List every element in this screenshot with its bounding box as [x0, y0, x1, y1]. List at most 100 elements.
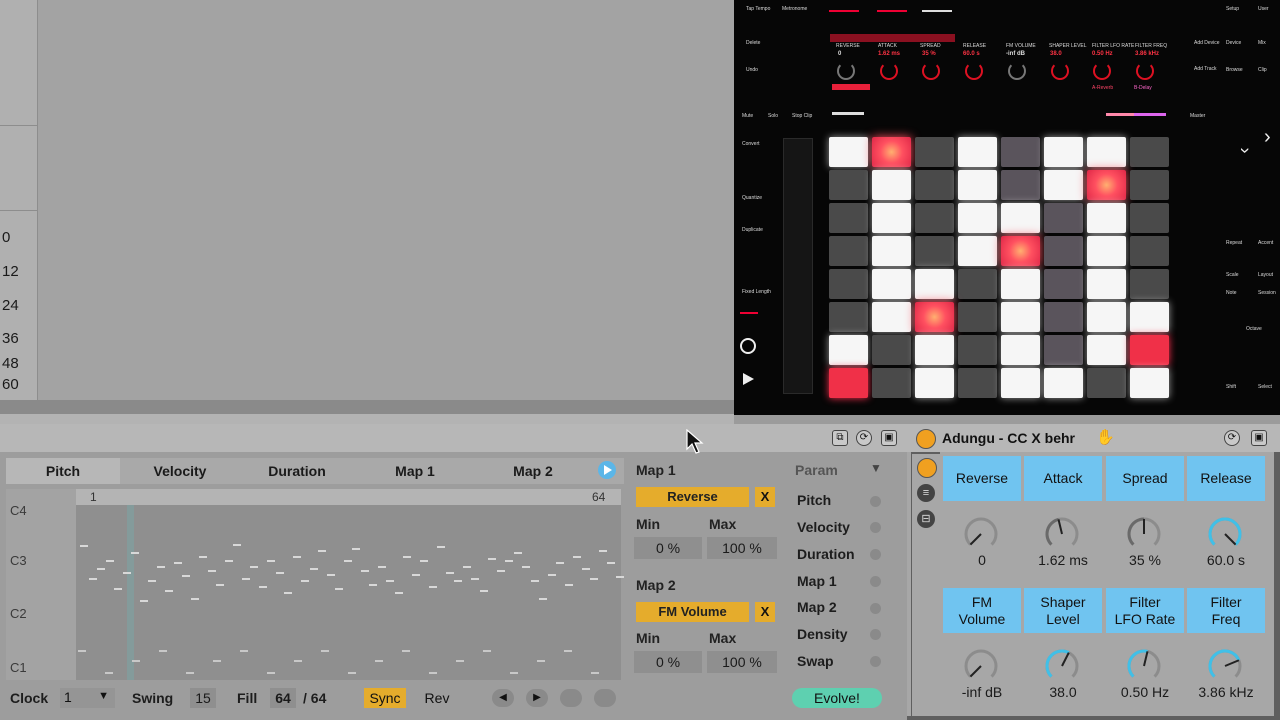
param-toggle[interactable] [870, 496, 881, 507]
chevron-down-icon[interactable]: ▼ [870, 461, 882, 475]
sequencer-step [369, 584, 377, 586]
sequencer-step [159, 650, 167, 652]
pad [1087, 137, 1126, 167]
sync-button[interactable]: Sync [364, 688, 406, 708]
evolve-button[interactable]: Evolve! [792, 688, 882, 708]
chain-icon[interactable]: ⊟ [917, 510, 935, 528]
param-toggle[interactable] [870, 549, 881, 560]
rev-button[interactable]: Rev [416, 688, 458, 708]
fill-field[interactable]: 64 [270, 688, 296, 708]
refresh-icon[interactable]: ⟳ [1224, 430, 1240, 446]
nav-left-icon[interactable]: ◀ [492, 689, 514, 707]
macro-button[interactable]: FM Volume [943, 588, 1021, 633]
pad [872, 269, 911, 299]
param-toggle[interactable] [870, 603, 881, 614]
map-1-max-field[interactable]: 100 % [707, 537, 777, 559]
push-controller-video: Tap Tempo Metronome Delete Undo Mute Sol… [734, 0, 1280, 415]
param-map-2[interactable]: Map 2 [797, 599, 837, 615]
macro-knob[interactable] [1126, 516, 1162, 552]
macro-value: 0 [978, 552, 986, 568]
macro-knob[interactable] [1126, 648, 1162, 684]
macro-button[interactable]: Spread [1106, 456, 1184, 501]
device-on-icon[interactable] [916, 429, 936, 449]
round-button[interactable] [594, 689, 616, 707]
param-toggle[interactable] [870, 522, 881, 533]
split-divider[interactable] [0, 414, 734, 424]
param-swap[interactable]: Swap [797, 653, 834, 669]
hot-swap-icon[interactable]: ⧉ [832, 430, 848, 446]
macro-knob[interactable] [1207, 648, 1243, 684]
pad [1044, 269, 1083, 299]
tab-velocity[interactable]: Velocity [123, 460, 237, 482]
sequencer-step [428, 586, 437, 588]
sequencer-step [564, 650, 572, 652]
display-bank-label: B-Delay [1134, 85, 1152, 91]
save-preset-icon[interactable]: ▣ [1251, 430, 1267, 446]
param-pitch[interactable]: Pitch [797, 492, 831, 508]
note-grid[interactable] [76, 505, 621, 680]
display-param-label: RELEASE [963, 43, 987, 49]
map-1-clear-button[interactable]: X [755, 487, 775, 507]
param-duration[interactable]: Duration [797, 546, 855, 562]
clock-dropdown[interactable]: 1 ▼ [60, 688, 115, 708]
save-preset-icon[interactable]: ▣ [881, 430, 897, 446]
button-led [740, 312, 758, 314]
pad [1130, 302, 1169, 332]
pad [1044, 368, 1083, 398]
play-toggle-icon[interactable] [598, 461, 616, 479]
macro-knob[interactable] [1044, 516, 1080, 552]
sequencer-step [105, 672, 113, 674]
macro-button[interactable]: Shaper Level [1024, 588, 1102, 633]
swing-field[interactable]: 15 [190, 688, 216, 708]
map-2-target[interactable]: FM Volume [636, 602, 749, 622]
swing-label: Swing [132, 690, 174, 706]
macro-button[interactable]: Filter Freq [1187, 588, 1265, 633]
param-toggle[interactable] [870, 576, 881, 587]
nav-right-icon[interactable]: ▶ [526, 689, 548, 707]
push-button-label: Solo [768, 113, 779, 119]
sequencer-step [318, 550, 326, 552]
macro-button[interactable]: Attack [1024, 456, 1102, 501]
param-toggle[interactable] [870, 629, 881, 640]
display-param-label: FM VOLUME [1006, 43, 1036, 49]
tab-pitch[interactable]: Pitch [6, 460, 120, 482]
display-indicator [877, 10, 907, 12]
param-map-1[interactable]: Map 1 [797, 573, 837, 589]
macro-knob[interactable] [1207, 516, 1243, 552]
round-button[interactable] [560, 689, 582, 707]
macro-knob[interactable] [1044, 648, 1080, 684]
list-icon[interactable]: ≡ [917, 484, 935, 502]
tab-map-2[interactable]: Map 2 [476, 460, 590, 482]
horizontal-scrollbar[interactable] [0, 400, 734, 414]
macro-button[interactable]: Release [1187, 456, 1265, 501]
loop-ruler[interactable] [76, 489, 621, 505]
pad [829, 203, 868, 233]
display-param-label: ATTACK [878, 43, 897, 49]
macro-knob[interactable] [963, 648, 999, 684]
push-button-label: Device [1226, 40, 1242, 46]
display-knob-icon [965, 62, 983, 80]
sequencer-step [454, 580, 462, 582]
macro-button[interactable]: Reverse [943, 456, 1021, 501]
sequencer-step [488, 558, 496, 560]
map-2-max-label: Max [709, 630, 737, 646]
sequencer-step [241, 578, 250, 580]
map-2-min-field[interactable]: 0 % [634, 651, 702, 673]
macro-value: 1.62 ms [1038, 552, 1088, 568]
macro-knob[interactable] [963, 516, 999, 552]
param-density[interactable]: Density [797, 626, 848, 642]
macro-button[interactable]: Filter LFO Rate [1106, 588, 1184, 633]
pad [872, 236, 911, 266]
sequencer-step [80, 545, 88, 547]
tab-map-1[interactable]: Map 1 [358, 460, 472, 482]
param-toggle[interactable] [870, 656, 881, 667]
map-2-clear-button[interactable]: X [755, 602, 775, 622]
macro-map-icon[interactable] [917, 458, 937, 478]
map-1-min-field[interactable]: 0 % [634, 537, 702, 559]
param-velocity[interactable]: Velocity [797, 519, 850, 535]
refresh-icon[interactable]: ⟳ [856, 430, 872, 446]
map-2-max-field[interactable]: 100 % [707, 651, 777, 673]
map-1-target[interactable]: Reverse [636, 487, 749, 507]
sequencer-step [510, 672, 518, 674]
tab-duration[interactable]: Duration [240, 460, 354, 482]
